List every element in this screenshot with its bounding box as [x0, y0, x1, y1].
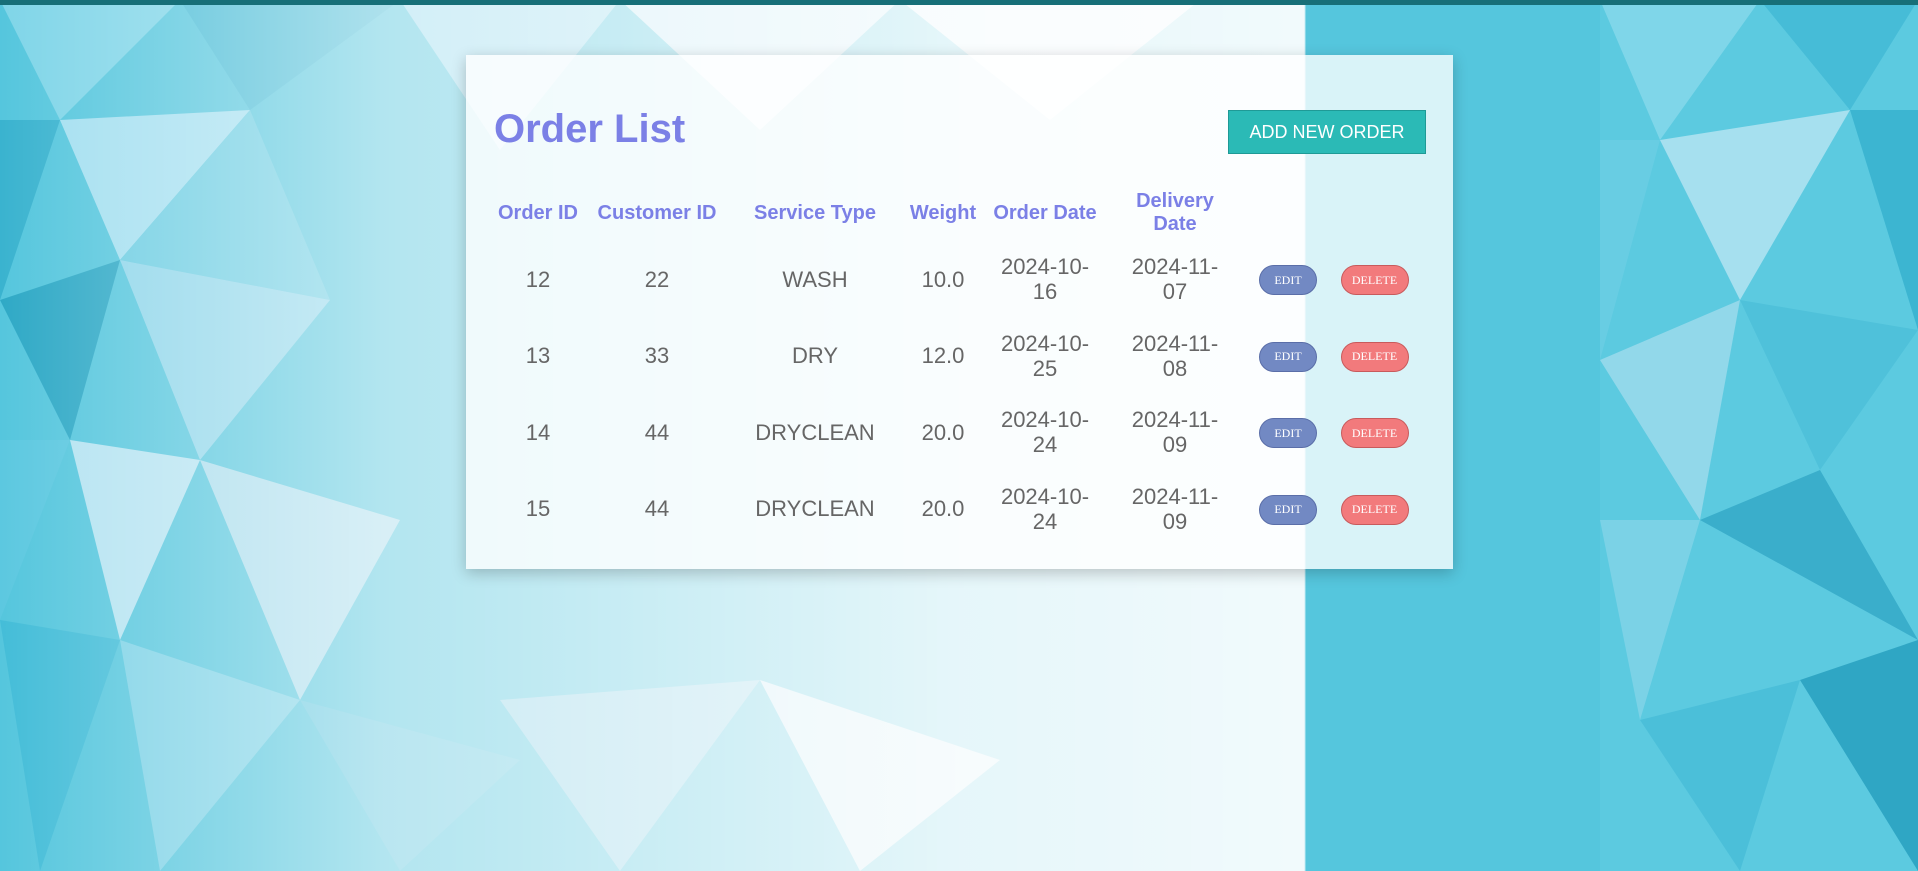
edit-button[interactable]: EDIT	[1259, 265, 1317, 295]
cell-customer-id: 22	[644, 266, 670, 292]
table-row: 15 44 DRYCLEAN 20.0 2024-10-24 2024-11-0…	[494, 471, 1421, 548]
delete-button[interactable]: DELETE	[1340, 341, 1409, 372]
cell-weight: 20.0	[921, 496, 965, 522]
order-list-card: Order List ADD NEW ORDER Order ID Custom…	[466, 55, 1453, 569]
page-title: Order List	[494, 107, 686, 151]
cell-delivery-date: 2024-11-08	[1102, 318, 1248, 395]
order-date-text: 2024-10-24	[1000, 407, 1090, 458]
cell-service-type: WASH	[782, 266, 848, 292]
edit-button[interactable]: EDIT	[1259, 341, 1317, 372]
cell-edit: EDIT	[1248, 394, 1328, 471]
header-weight: Weight	[909, 201, 977, 224]
header-order-date: Order Date	[993, 201, 1097, 224]
cell-delete: DELETE	[1328, 471, 1421, 548]
header-delivery-date: Delivery Date	[1102, 185, 1248, 241]
order-date-text: 2024-10-25	[1000, 330, 1090, 381]
cell-customer-id: 44	[644, 496, 670, 522]
cell-service-type: DRY	[791, 343, 839, 369]
delivery-date-text: 2024-11-09	[1131, 407, 1219, 458]
table-row: 14 44 DRYCLEAN 20.0 2024-10-24 2024-11-0…	[494, 394, 1421, 471]
cell-order-id: 12	[525, 266, 551, 292]
cell-order-date: 2024-10-25	[988, 318, 1102, 395]
table-row: 12 22 WASH 10.0 2024-10-16 2024-11-07 ED…	[494, 241, 1421, 318]
cell-weight: 10.0	[921, 266, 965, 292]
cell-edit: EDIT	[1248, 241, 1328, 318]
delivery-date-text: 2024-11-08	[1131, 330, 1219, 381]
cell-delivery-date: 2024-11-09	[1102, 394, 1248, 471]
edit-button[interactable]: EDIT	[1259, 494, 1317, 525]
header-order-id: Order ID	[497, 201, 579, 224]
cell-delete: DELETE	[1328, 394, 1421, 471]
delete-button[interactable]: DELETE	[1340, 494, 1409, 525]
delete-button[interactable]: DELETE	[1340, 418, 1409, 448]
cell-delete: DELETE	[1328, 241, 1421, 318]
add-new-order-button[interactable]: ADD NEW ORDER	[1228, 110, 1426, 154]
header-delete-spacer	[1328, 185, 1421, 241]
cell-delete: DELETE	[1328, 318, 1421, 395]
cell-weight: 20.0	[921, 419, 965, 445]
cell-order-id: 13	[525, 343, 551, 369]
cell-order-date: 2024-10-24	[988, 394, 1102, 471]
header-delivery-date-label: Delivery Date	[1136, 190, 1214, 235]
cell-order-date: 2024-10-24	[988, 471, 1102, 548]
cell-order-id: 14	[525, 419, 551, 445]
cell-edit: EDIT	[1248, 318, 1328, 395]
cell-weight: 12.0	[921, 343, 965, 369]
edit-button[interactable]: EDIT	[1259, 418, 1317, 448]
cell-customer-id: 33	[644, 343, 670, 369]
cell-delivery-date: 2024-11-07	[1102, 241, 1248, 318]
header-customer-id: Customer ID	[597, 201, 717, 224]
cell-order-id: 15	[525, 496, 551, 522]
orders-table: Order ID Customer ID Service Type Weight…	[494, 185, 1421, 547]
table-header-row: Order ID Customer ID Service Type Weight…	[494, 185, 1421, 241]
cell-delivery-date: 2024-11-09	[1102, 471, 1248, 548]
cell-order-date: 2024-10-16	[988, 241, 1102, 318]
cell-customer-id: 44	[644, 419, 670, 445]
cell-service-type: DRYCLEAN	[755, 496, 875, 522]
top-strip	[0, 0, 1918, 5]
delivery-date-text: 2024-11-07	[1131, 254, 1219, 305]
cell-edit: EDIT	[1248, 471, 1328, 548]
delivery-date-text: 2024-11-09	[1131, 483, 1219, 534]
cell-service-type: DRYCLEAN	[755, 419, 875, 445]
order-date-text: 2024-10-24	[1000, 483, 1090, 534]
delete-button[interactable]: DELETE	[1340, 265, 1409, 295]
order-date-text: 2024-10-16	[1000, 254, 1090, 305]
header-service-type: Service Type	[754, 201, 876, 224]
header-edit-spacer	[1248, 185, 1328, 241]
table-row: 13 33 DRY 12.0 2024-10-25 2024-11-08 EDI…	[494, 318, 1421, 395]
